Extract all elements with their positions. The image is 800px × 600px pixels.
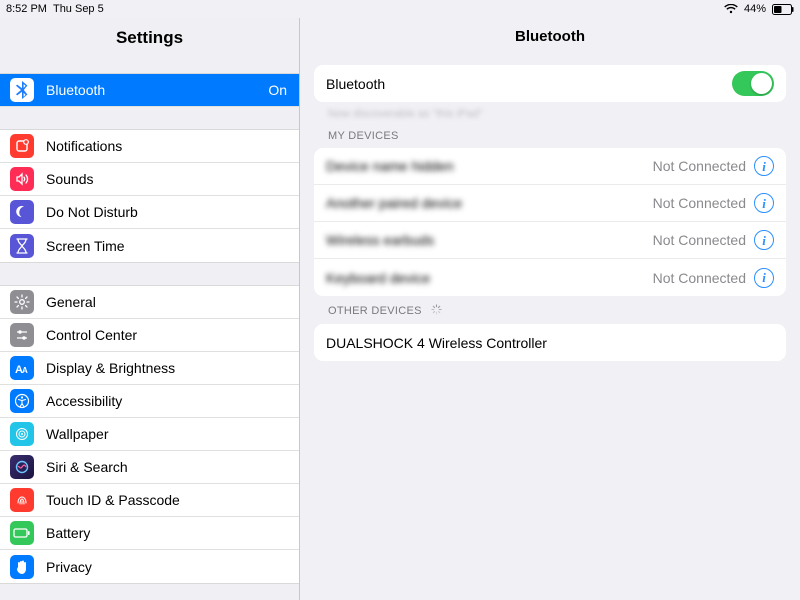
device-name: Another paired device — [326, 195, 653, 211]
my-devices-list: Device name hidden Not Connected i Anoth… — [314, 148, 786, 296]
my-devices-header: MY DEVICES — [300, 122, 800, 148]
sidebar-item-bluetooth[interactable]: Bluetooth On — [0, 74, 299, 107]
sidebar-item-general[interactable]: General — [0, 286, 299, 319]
sidebar-item-battery[interactable]: Battery — [0, 517, 299, 550]
device-row[interactable]: Wireless earbuds Not Connected i — [314, 222, 786, 259]
fingerprint-icon — [10, 488, 34, 512]
sidebar-item-label: Screen Time — [46, 238, 125, 254]
device-name: Wireless earbuds — [326, 232, 653, 248]
sidebar-item-label: Notifications — [46, 138, 122, 154]
sidebar-item-label: General — [46, 294, 96, 310]
device-status: Not Connected — [653, 195, 746, 211]
sidebar-item-touch-id[interactable]: Touch ID & Passcode — [0, 484, 299, 517]
sidebar-item-label: Privacy — [46, 559, 92, 575]
sidebar-item-wallpaper[interactable]: Wallpaper — [0, 418, 299, 451]
bluetooth-icon — [10, 78, 34, 102]
settings-sidebar: Settings Bluetooth On Notifications Soun… — [0, 18, 300, 600]
sounds-icon — [10, 167, 34, 191]
notifications-icon — [10, 134, 34, 158]
sidebar-group-notifications: Notifications Sounds Do Not Disturb Scre… — [0, 129, 299, 263]
device-row[interactable]: Another paired device Not Connected i — [314, 185, 786, 222]
info-icon[interactable]: i — [754, 230, 774, 250]
sidebar-item-label: Do Not Disturb — [46, 204, 138, 220]
other-device-row[interactable]: DUALSHOCK 4 Wireless Controller — [314, 324, 786, 361]
sidebar-item-label: Battery — [46, 525, 90, 541]
sidebar-item-notifications[interactable]: Notifications — [0, 130, 299, 163]
hourglass-icon — [10, 234, 34, 258]
sidebar-item-siri-search[interactable]: Siri & Search — [0, 451, 299, 484]
battery-icon — [772, 4, 794, 15]
svg-text:A: A — [22, 366, 28, 375]
discoverable-hint: Now discoverable as "this iPad" — [300, 102, 800, 122]
device-status: Not Connected — [653, 232, 746, 248]
sidebar-group-general: General Control Center AA Display & Brig… — [0, 285, 299, 584]
device-name: Keyboard device — [326, 270, 653, 286]
hand-icon — [10, 555, 34, 579]
spinner-icon — [431, 304, 442, 318]
sidebar-item-sounds[interactable]: Sounds — [0, 163, 299, 196]
wallpaper-icon — [10, 422, 34, 446]
other-devices-list: DUALSHOCK 4 Wireless Controller — [314, 324, 786, 361]
sidebar-item-label: Display & Brightness — [46, 360, 175, 376]
sidebar-blank-row — [0, 60, 299, 74]
status-time: 8:52 PM — [6, 3, 47, 15]
detail-pane: Bluetooth Bluetooth Now discoverable as … — [300, 18, 800, 600]
bluetooth-toggle[interactable] — [732, 71, 774, 96]
info-icon[interactable]: i — [754, 193, 774, 213]
sliders-icon — [10, 323, 34, 347]
sidebar-item-label: Accessibility — [46, 393, 122, 409]
sidebar-item-label: Sounds — [46, 171, 93, 187]
sidebar-item-control-center[interactable]: Control Center — [0, 319, 299, 352]
status-bar: 8:52 PM Thu Sep 5 44% — [0, 0, 800, 18]
sidebar-item-do-not-disturb[interactable]: Do Not Disturb — [0, 196, 299, 229]
siri-icon — [10, 455, 34, 479]
status-battery-pct: 44% — [744, 3, 766, 15]
sidebar-item-label: Control Center — [46, 327, 137, 343]
sidebar-item-label: Siri & Search — [46, 459, 128, 475]
wifi-icon — [724, 4, 738, 14]
device-status: Not Connected — [653, 270, 746, 286]
info-icon[interactable]: i — [754, 268, 774, 288]
sidebar-item-status: On — [268, 82, 287, 98]
device-row[interactable]: Device name hidden Not Connected i — [314, 148, 786, 185]
sidebar-item-screen-time[interactable]: Screen Time — [0, 229, 299, 262]
other-devices-header: OTHER DEVICES — [300, 296, 800, 324]
sidebar-item-label: Wallpaper — [46, 426, 109, 442]
bluetooth-toggle-row[interactable]: Bluetooth — [314, 65, 786, 102]
moon-icon — [10, 200, 34, 224]
gear-icon — [10, 290, 34, 314]
sidebar-item-display-brightness[interactable]: AA Display & Brightness — [0, 352, 299, 385]
status-date: Thu Sep 5 — [53, 3, 104, 15]
sidebar-title: Settings — [0, 18, 299, 60]
sidebar-item-accessibility[interactable]: Accessibility — [0, 385, 299, 418]
bluetooth-toggle-section: Bluetooth — [314, 65, 786, 102]
device-status: Not Connected — [653, 158, 746, 174]
device-row[interactable]: Keyboard device Not Connected i — [314, 259, 786, 296]
text-size-icon: AA — [10, 356, 34, 380]
sidebar-item-label: Touch ID & Passcode — [46, 492, 180, 508]
device-name: DUALSHOCK 4 Wireless Controller — [326, 335, 774, 351]
bluetooth-toggle-label: Bluetooth — [326, 76, 732, 92]
battery-settings-icon — [10, 521, 34, 545]
sidebar-item-label: Bluetooth — [46, 82, 105, 98]
accessibility-icon — [10, 389, 34, 413]
device-name: Device name hidden — [326, 158, 653, 174]
sidebar-item-privacy[interactable]: Privacy — [0, 550, 299, 583]
detail-title: Bluetooth — [300, 18, 800, 65]
info-icon[interactable]: i — [754, 156, 774, 176]
